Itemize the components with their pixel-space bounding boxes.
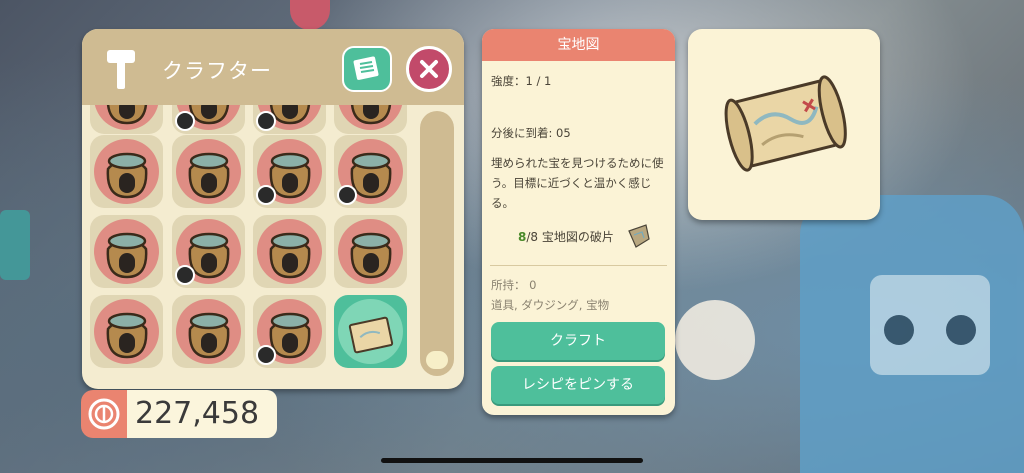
skull-creature [675,300,755,380]
ingredient-label: /8 宝地図の破片 [526,230,614,244]
item-tags: 道具, ダウジング, 宝物 [491,298,610,312]
recipe-slot[interactable] [334,135,407,208]
item-description: 埋められた宝を見つけるために使う。目標に近づくと温かく感じる。 [491,156,664,210]
recipe-slot[interactable] [253,295,326,368]
currency-display: 227,458 [81,390,277,438]
map-marker-decoration [290,0,330,30]
hammer-icon [107,50,135,89]
crafter-title: クラフター [162,59,272,83]
recipe-slot[interactable] [334,215,407,288]
ingredient-requirement: 8/8 宝地図の破片 [518,228,614,245]
robot-badge-icon [175,265,195,285]
recipe-slot[interactable] [90,135,163,208]
recipe-scrollbar[interactable] [420,111,454,376]
pouch-icon [100,149,154,199]
robot-eye [946,315,976,345]
pin-recipe-button[interactable]: レシピをピンする [491,366,665,404]
robot-character [800,195,1024,473]
coin-icon [88,398,120,430]
currency-amount: 227,458 [127,390,277,438]
recipe-slot[interactable] [172,135,245,208]
crafter-panel: クラフター [82,29,464,389]
pouch-icon [182,149,236,199]
recipe-slot[interactable] [253,215,326,288]
item-preview [688,29,880,220]
pouch-icon [344,229,398,279]
coin-icon-box [81,390,127,438]
robot-badge-icon [256,345,276,365]
pouch-icon [100,105,154,125]
leaf-badge-icon [256,185,276,205]
item-arrival: 分後に到着: 05 [491,126,571,140]
pouch-icon [100,309,154,359]
close-button[interactable] [406,46,452,92]
item-title: 宝地図 [482,29,675,61]
item-detail-panel: 宝地図 強度：1 / 1 分後に到着: 05 埋められた宝を見つけるために使う。… [482,29,675,415]
leaf-badge-icon [175,111,195,131]
robot-eye [884,315,914,345]
treasure-map-icon [724,75,847,172]
divider [490,265,667,266]
map-shard-icon [628,224,650,248]
robot-face [870,275,990,375]
recipe-slot[interactable] [90,295,163,368]
pouch-icon [182,309,236,359]
recipe-slot[interactable] [172,295,245,368]
recipe-slot[interactable] [172,215,245,288]
recipe-slot[interactable] [172,105,245,134]
recipe-slot[interactable] [90,105,163,134]
owned-count: 所持： 0 [491,278,537,292]
crafter-header: クラフター [82,29,464,105]
recipe-slot-treasure-map[interactable] [334,295,407,368]
pouch-icon [100,229,154,279]
robot-badge-icon [337,185,357,205]
home-indicator [381,458,643,463]
recipe-slot[interactable] [334,105,407,134]
recipe-book-icon [353,56,379,80]
close-icon [420,60,438,78]
recipe-slot[interactable] [253,105,326,134]
scroll-thumb[interactable] [426,351,448,369]
pouch-icon [344,105,398,125]
pouch-icon [263,229,317,279]
treasure-map-icon [344,309,398,359]
scenery-tile [0,210,30,280]
leaf-badge-icon [256,111,276,131]
recipe-book-button[interactable] [342,46,392,92]
recipe-slot[interactable] [253,135,326,208]
recipe-grid [90,105,415,389]
item-strength: 強度：1 / 1 [491,74,552,88]
craft-button[interactable]: クラフト [491,322,665,360]
recipe-slot[interactable] [90,215,163,288]
